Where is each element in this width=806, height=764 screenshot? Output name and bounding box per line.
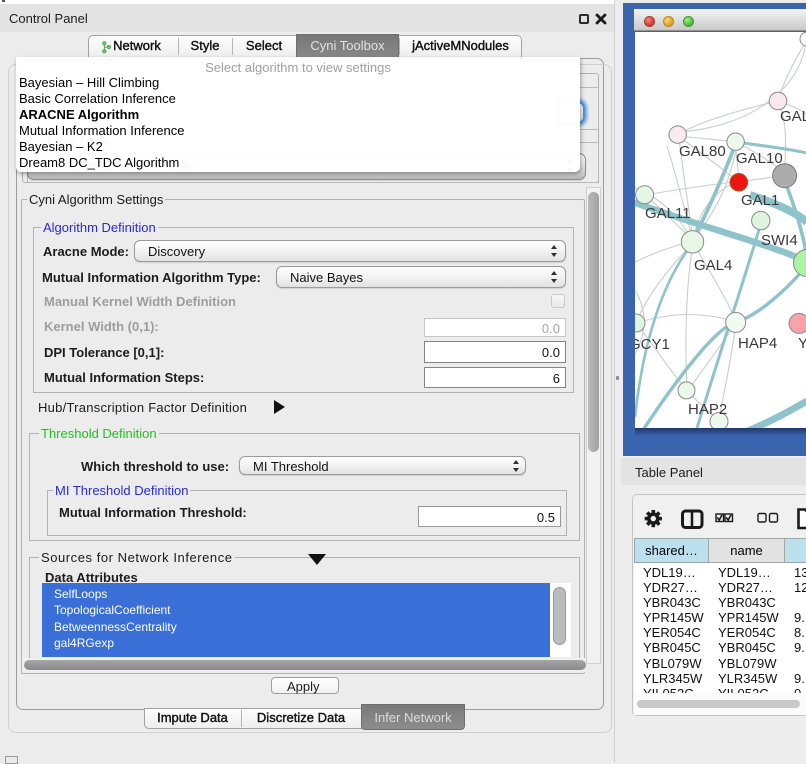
svg-text:GAL1: GAL1 <box>741 192 779 209</box>
svg-text:GAL4: GAL4 <box>694 257 732 274</box>
svg-text:GAL11: GAL11 <box>645 205 691 222</box>
svg-text:GAL10: GAL10 <box>736 150 783 167</box>
svg-text:GCY1: GCY1 <box>635 336 670 353</box>
svg-text:GAL2: GAL2 <box>780 108 806 125</box>
svg-text:GAL80: GAL80 <box>679 143 726 160</box>
svg-text:HAP2: HAP2 <box>688 401 727 418</box>
svg-text:SWI4: SWI4 <box>761 232 798 249</box>
svg-text:Y: Y <box>798 335 806 352</box>
svg-text:HAP4: HAP4 <box>738 335 777 352</box>
